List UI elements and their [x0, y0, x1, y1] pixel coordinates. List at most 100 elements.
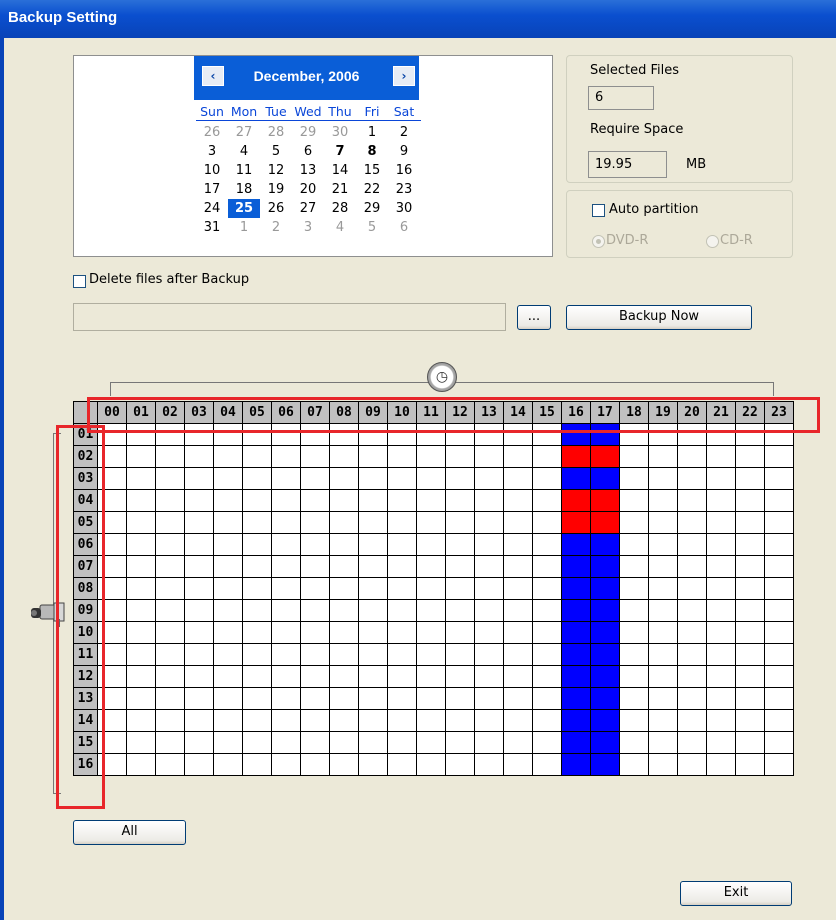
schedule-cell[interactable]: [648, 687, 678, 710]
schedule-cell[interactable]: [213, 533, 243, 556]
schedule-cell[interactable]: [416, 577, 446, 600]
schedule-cell[interactable]: [619, 467, 649, 490]
schedule-cell[interactable]: [503, 533, 533, 556]
schedule-cell-recorded[interactable]: [590, 687, 620, 710]
schedule-cell[interactable]: [242, 533, 272, 556]
schedule-cell[interactable]: [474, 489, 504, 512]
schedule-cell[interactable]: [213, 467, 243, 490]
schedule-cell[interactable]: [155, 511, 185, 534]
calendar-day[interactable]: 28: [324, 199, 356, 218]
schedule-cell[interactable]: [271, 643, 301, 666]
schedule-cell-selected[interactable]: [590, 511, 620, 534]
schedule-cell-recorded[interactable]: [590, 577, 620, 600]
schedule-cell[interactable]: [387, 599, 417, 622]
delete-after-backup-checkbox[interactable]: [73, 275, 86, 288]
schedule-cell[interactable]: [619, 709, 649, 732]
schedule-cell[interactable]: [155, 753, 185, 776]
schedule-cell-recorded[interactable]: [561, 687, 591, 710]
schedule-cell[interactable]: [329, 665, 359, 688]
schedule-cell[interactable]: [706, 533, 736, 556]
schedule-cell[interactable]: [358, 687, 388, 710]
schedule-cell[interactable]: [677, 577, 707, 600]
schedule-cell[interactable]: [532, 489, 562, 512]
schedule-cell[interactable]: [329, 621, 359, 644]
schedule-cell[interactable]: [677, 555, 707, 578]
schedule-cell[interactable]: [706, 511, 736, 534]
schedule-cell[interactable]: [416, 489, 446, 512]
schedule-cell-recorded[interactable]: [561, 467, 591, 490]
schedule-cell[interactable]: [532, 753, 562, 776]
schedule-cell[interactable]: [213, 599, 243, 622]
schedule-cell[interactable]: [503, 665, 533, 688]
schedule-cell[interactable]: [329, 643, 359, 666]
schedule-cell[interactable]: [619, 687, 649, 710]
calendar-day[interactable]: 30: [388, 199, 420, 218]
schedule-cell[interactable]: [358, 665, 388, 688]
schedule-cell[interactable]: [532, 533, 562, 556]
schedule-cell[interactable]: [416, 599, 446, 622]
schedule-cell[interactable]: [271, 533, 301, 556]
schedule-cell[interactable]: [358, 445, 388, 468]
schedule-cell[interactable]: [416, 467, 446, 490]
schedule-cell[interactable]: [648, 599, 678, 622]
calendar-day[interactable]: 3: [196, 142, 228, 161]
calendar-day[interactable]: 9: [388, 142, 420, 161]
schedule-cell[interactable]: [358, 709, 388, 732]
schedule-cell-recorded[interactable]: [561, 577, 591, 600]
schedule-cell-recorded[interactable]: [561, 665, 591, 688]
schedule-cell[interactable]: [213, 709, 243, 732]
schedule-cell[interactable]: [184, 709, 214, 732]
schedule-cell[interactable]: [242, 621, 272, 644]
schedule-cell[interactable]: [474, 709, 504, 732]
schedule-cell[interactable]: [271, 511, 301, 534]
schedule-cell[interactable]: [532, 709, 562, 732]
schedule-cell[interactable]: [619, 489, 649, 512]
schedule-cell[interactable]: [271, 709, 301, 732]
schedule-cell[interactable]: [706, 599, 736, 622]
calendar-day[interactable]: 12: [260, 161, 292, 180]
schedule-cell[interactable]: [213, 511, 243, 534]
schedule-cell[interactable]: [735, 533, 765, 556]
schedule-cell[interactable]: [184, 753, 214, 776]
calendar-day[interactable]: 11: [228, 161, 260, 180]
schedule-cell[interactable]: [648, 555, 678, 578]
schedule-cell[interactable]: [242, 665, 272, 688]
calendar-day[interactable]: 28: [260, 123, 292, 142]
schedule-cell[interactable]: [445, 709, 475, 732]
schedule-cell[interactable]: [358, 577, 388, 600]
schedule-cell[interactable]: [358, 511, 388, 534]
schedule-cell[interactable]: [184, 599, 214, 622]
schedule-cell[interactable]: [300, 687, 330, 710]
schedule-cell[interactable]: [619, 731, 649, 754]
schedule-cell[interactable]: [416, 555, 446, 578]
schedule-cell[interactable]: [735, 489, 765, 512]
schedule-cell[interactable]: [416, 445, 446, 468]
schedule-cell[interactable]: [126, 621, 156, 644]
schedule-cell-recorded[interactable]: [590, 753, 620, 776]
schedule-cell[interactable]: [735, 577, 765, 600]
schedule-cell[interactable]: [387, 489, 417, 512]
schedule-cell[interactable]: [184, 555, 214, 578]
schedule-cell[interactable]: [329, 731, 359, 754]
calendar-day[interactable]: 6: [292, 142, 324, 161]
schedule-cell[interactable]: [242, 489, 272, 512]
schedule-cell[interactable]: [648, 467, 678, 490]
calendar-day[interactable]: 7: [324, 142, 356, 161]
schedule-cell[interactable]: [155, 621, 185, 644]
schedule-cell[interactable]: [126, 599, 156, 622]
schedule-cell[interactable]: [706, 665, 736, 688]
schedule-cell-recorded[interactable]: [561, 599, 591, 622]
schedule-cell[interactable]: [155, 555, 185, 578]
schedule-cell[interactable]: [213, 489, 243, 512]
schedule-cell[interactable]: [735, 731, 765, 754]
schedule-cell[interactable]: [532, 621, 562, 644]
schedule-cell[interactable]: [155, 731, 185, 754]
schedule-cell[interactable]: [706, 445, 736, 468]
schedule-cell[interactable]: [242, 467, 272, 490]
schedule-cell[interactable]: [503, 489, 533, 512]
calendar-day-selected[interactable]: 25: [228, 199, 260, 218]
calendar-day[interactable]: 1: [228, 218, 260, 237]
schedule-cell[interactable]: [358, 753, 388, 776]
schedule-cell[interactable]: [155, 533, 185, 556]
schedule-cell[interactable]: [242, 643, 272, 666]
